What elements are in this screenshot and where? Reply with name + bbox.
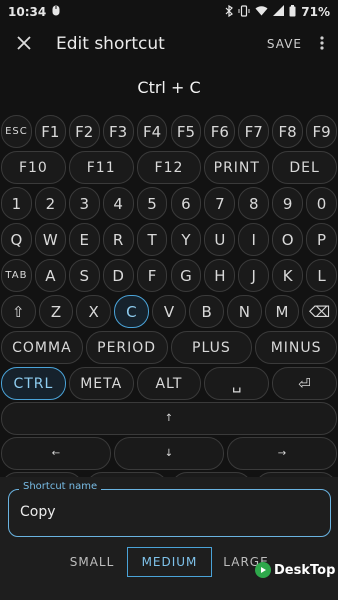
shortcut-combination: Ctrl + C <box>137 78 201 97</box>
watermark: DeskTop <box>255 562 335 578</box>
key-f[interactable]: F <box>136 259 168 292</box>
key-o[interactable]: O <box>272 223 304 256</box>
key-left[interactable]: ← <box>1 437 111 470</box>
key-enter[interactable]: ⏎ <box>272 367 337 400</box>
battery-icon <box>289 4 296 20</box>
key-q[interactable]: Q <box>1 223 32 256</box>
key-up[interactable]: ↑ <box>1 402 337 435</box>
key-f11[interactable]: F11 <box>68 151 134 184</box>
key-comma[interactable]: COMMA <box>1 331 83 364</box>
key-f8[interactable]: F8 <box>272 115 304 148</box>
key-6[interactable]: 6 <box>170 187 202 220</box>
mouse-icon <box>52 5 60 19</box>
more-vert-icon <box>320 35 324 54</box>
key-f1[interactable]: F1 <box>34 115 66 148</box>
key-ctrl[interactable]: CTRL <box>1 367 66 400</box>
key-w[interactable]: W <box>34 223 66 256</box>
key-a[interactable]: A <box>34 259 66 292</box>
key-2[interactable]: 2 <box>34 187 66 220</box>
key-f7[interactable]: F7 <box>238 115 270 148</box>
key-f5[interactable]: F5 <box>170 115 202 148</box>
key-c[interactable]: C <box>114 295 149 328</box>
status-left: 10:34 <box>8 5 60 19</box>
bottom-sheet: Shortcut name Copy SMALL MEDIUM LARGE <box>0 477 338 600</box>
key-y[interactable]: Y <box>170 223 202 256</box>
key-f2[interactable]: F2 <box>68 115 100 148</box>
vibrate-icon <box>238 4 250 20</box>
key-b[interactable]: B <box>189 295 224 328</box>
key-5[interactable]: 5 <box>136 187 168 220</box>
key-l[interactable]: L <box>306 259 337 292</box>
bluetooth-icon <box>225 4 234 20</box>
key-f3[interactable]: F3 <box>102 115 134 148</box>
key-h[interactable]: H <box>204 259 236 292</box>
key-1[interactable]: 1 <box>1 187 32 220</box>
key-f6[interactable]: F6 <box>204 115 236 148</box>
battery-level: 71% <box>301 5 330 19</box>
virtual-keyboard: ESC F1 F2 F3 F4 F5 F6 F7 F8 F9 F10 F11 F12 PRINT DEL 1 2… <box>0 115 338 495</box>
key-right[interactable]: → <box>227 437 337 470</box>
key-r[interactable]: R <box>102 223 134 256</box>
status-time: 10:34 <box>8 5 47 19</box>
key-f10[interactable]: F10 <box>1 151 66 184</box>
key-x[interactable]: X <box>76 295 111 328</box>
key-v[interactable]: V <box>151 295 187 328</box>
page-title: Edit shortcut <box>56 34 165 54</box>
key-p[interactable]: P <box>306 223 337 256</box>
key-z[interactable]: Z <box>38 295 74 328</box>
watermark-text: DeskTop <box>274 562 336 578</box>
status-bar: 10:34 71% <box>0 0 338 24</box>
key-print[interactable]: PRINT <box>204 151 270 184</box>
key-e[interactable]: E <box>68 223 100 256</box>
size-small-option[interactable]: SMALL <box>62 547 122 577</box>
key-n[interactable]: N <box>227 295 262 328</box>
key-shift[interactable]: ⇧ <box>1 295 36 328</box>
key-f4[interactable]: F4 <box>136 115 168 148</box>
key-d[interactable]: D <box>102 259 134 292</box>
key-t[interactable]: T <box>136 223 168 256</box>
key-space[interactable]: ␣ <box>204 367 270 400</box>
size-medium-option[interactable]: MEDIUM <box>127 547 212 577</box>
more-options-button[interactable] <box>316 35 328 54</box>
signal-icon <box>273 5 285 19</box>
key-tab[interactable]: TAB <box>1 259 32 292</box>
key-alt[interactable]: ALT <box>136 367 202 400</box>
key-s[interactable]: S <box>68 259 100 292</box>
key-g[interactable]: G <box>170 259 202 292</box>
key-plus[interactable]: PLUS <box>170 331 253 364</box>
app-bar: Edit shortcut SAVE <box>0 24 338 64</box>
wifi-icon <box>255 5 268 19</box>
key-down[interactable]: ↓ <box>114 437 224 470</box>
key-f12[interactable]: F12 <box>136 151 202 184</box>
close-icon <box>17 34 31 55</box>
key-j[interactable]: J <box>238 259 270 292</box>
key-minus[interactable]: MINUS <box>255 331 337 364</box>
key-8[interactable]: 8 <box>238 187 270 220</box>
key-0[interactable]: 0 <box>306 187 337 220</box>
shortcut-name-input[interactable]: Copy <box>20 504 56 520</box>
shortcut-name-field[interactable]: Shortcut name Copy <box>8 481 331 537</box>
watermark-logo-icon <box>255 562 271 578</box>
status-right: 71% <box>225 4 330 20</box>
key-9[interactable]: 9 <box>272 187 304 220</box>
key-7[interactable]: 7 <box>204 187 236 220</box>
save-button[interactable]: SAVE <box>267 37 302 51</box>
key-backspace[interactable]: ⌫ <box>302 295 337 328</box>
shortcut-name-label: Shortcut name <box>19 481 102 492</box>
key-i[interactable]: I <box>238 223 270 256</box>
key-period[interactable]: PERIOD <box>85 331 168 364</box>
key-meta[interactable]: META <box>68 367 134 400</box>
key-f9[interactable]: F9 <box>306 115 337 148</box>
key-3[interactable]: 3 <box>68 187 100 220</box>
key-u[interactable]: U <box>204 223 236 256</box>
key-m[interactable]: M <box>264 295 300 328</box>
key-del[interactable]: DEL <box>272 151 337 184</box>
close-button[interactable] <box>10 30 38 58</box>
key-esc[interactable]: ESC <box>1 115 32 148</box>
key-4[interactable]: 4 <box>102 187 134 220</box>
key-k[interactable]: K <box>272 259 304 292</box>
